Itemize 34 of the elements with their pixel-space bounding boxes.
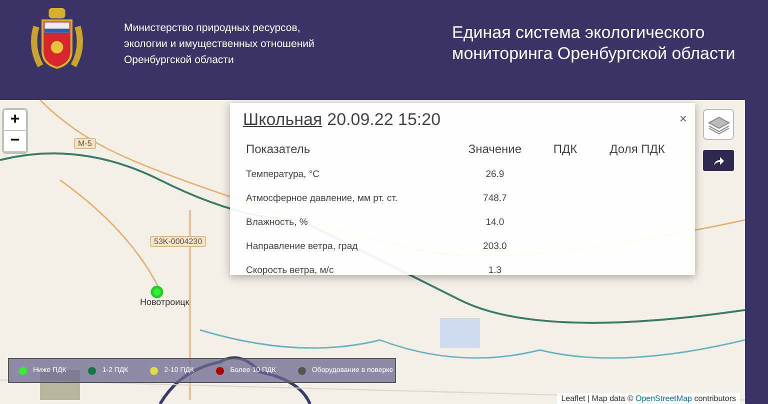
station-marker-icon[interactable]: [150, 285, 164, 299]
share-arrow-icon: [712, 156, 724, 166]
layers-button[interactable]: [703, 109, 734, 140]
openstreetmap-link[interactable]: OpenStreetMap: [635, 394, 692, 403]
column-header: Показатель: [245, 141, 312, 158]
column-header: Доля ПДК: [608, 141, 666, 158]
ministry-name-line: Министерство природных ресурсов,: [124, 21, 302, 36]
parameter-cell-text: Скорость ветра, м/с: [245, 264, 335, 278]
parameter-cell-text: Влажность, %: [245, 216, 309, 230]
ministry-name-line: Оренбургской области: [124, 53, 235, 68]
column-header: ПДК: [552, 141, 578, 158]
system-title-line: Единая система экологического: [452, 22, 706, 43]
map-label: M-5: [74, 138, 96, 149]
parameter-cell-text: Температура, °C: [245, 168, 320, 182]
layers-icon: [708, 114, 730, 134]
zoom-out-button[interactable]: −: [4, 131, 26, 152]
system-title-line: мониторинга Оренбургской области: [452, 43, 736, 64]
value-cell-text: 14.0: [484, 216, 506, 230]
zoom-in-button[interactable]: +: [4, 110, 26, 131]
ministry-name-line: экологии и имущественных отношений: [124, 37, 316, 52]
map-label: Новотроицк: [140, 297, 190, 307]
parameter-cell-text: Атмосферное давление, мм рт. ст.: [245, 192, 399, 206]
map-attribution: Leaflet | Map data © OpenStreetMap contributors: [557, 393, 740, 404]
value-cell-text: 748.7: [482, 192, 508, 206]
close-button[interactable]: ×: [679, 111, 687, 126]
share-button[interactable]: [703, 150, 734, 171]
map-label: 53K-0004230: [150, 236, 206, 247]
value-cell-text: 26.9: [484, 168, 506, 182]
value-cell-text: 203.0: [482, 240, 508, 254]
column-header: Значение: [467, 141, 523, 158]
measurement-datetime: 20.09.22 15:20: [327, 110, 441, 129]
parameter-cell-text: Направление ветра, град: [245, 240, 359, 254]
station-link[interactable]: Школьная: [243, 110, 322, 129]
value-cell-text: 1.3: [487, 264, 503, 278]
